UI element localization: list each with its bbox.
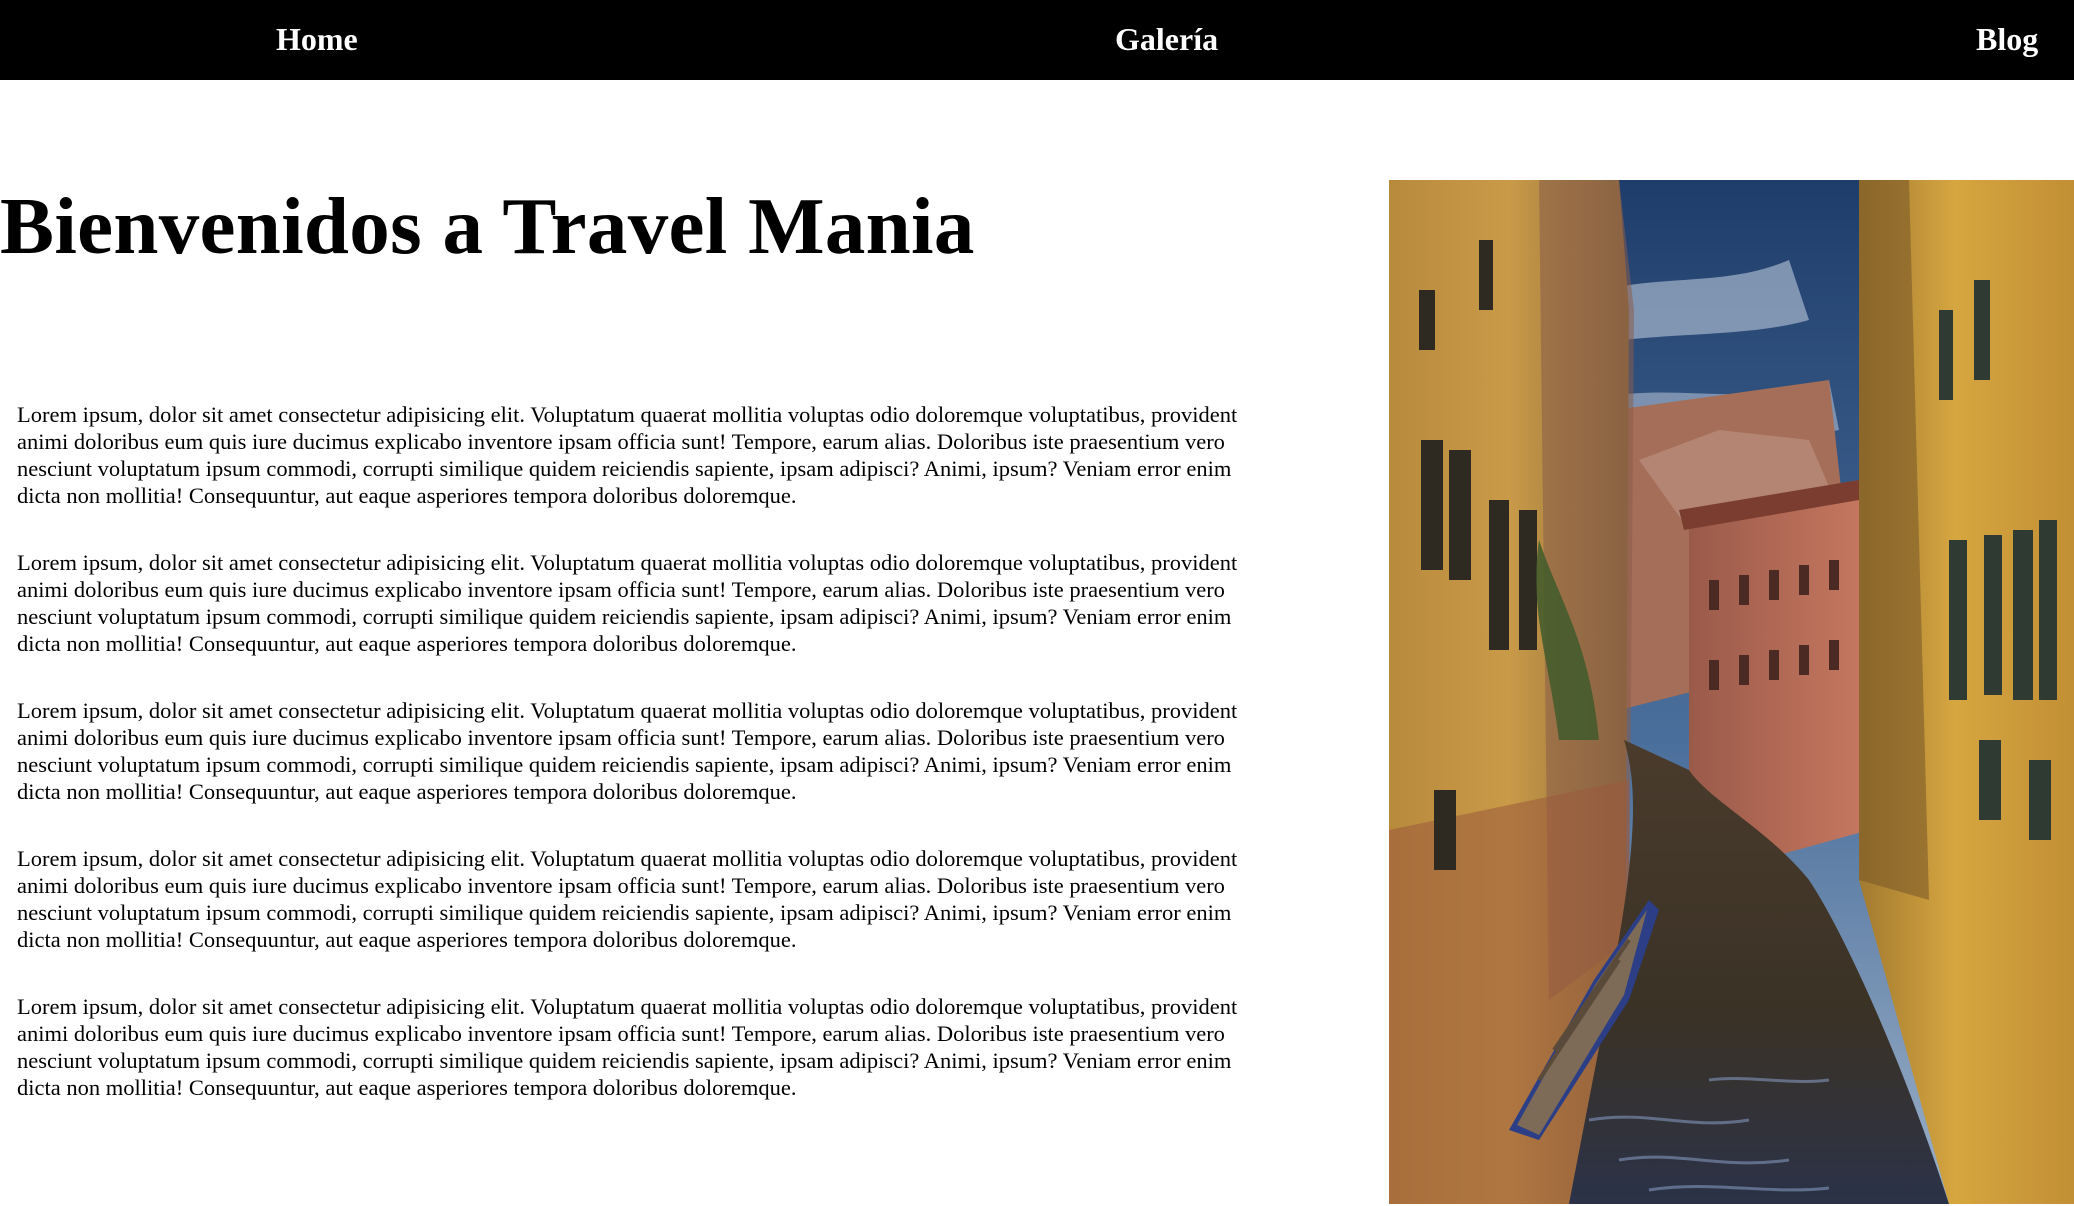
- hero-image-venice-canal: [1389, 180, 2074, 1204]
- content-paragraph: Lorem ipsum, dolor sit amet consectetur …: [17, 550, 1238, 656]
- nav-link-home[interactable]: Home: [276, 0, 358, 80]
- top-navigation-bar: Home Galería Blog: [0, 0, 2074, 80]
- content-paragraph: Lorem ipsum, dolor sit amet consectetur …: [17, 402, 1238, 508]
- content-paragraph: Lorem ipsum, dolor sit amet consectetur …: [17, 994, 1238, 1100]
- nav-link-galeria[interactable]: Galería: [1115, 0, 1218, 80]
- content-paragraph: Lorem ipsum, dolor sit amet consectetur …: [17, 698, 1238, 804]
- page-title: Bienvenidos a Travel Mania: [0, 181, 975, 271]
- content-text-column: Lorem ipsum, dolor sit amet consectetur …: [17, 401, 1247, 1141]
- nav-link-blog[interactable]: Blog: [1976, 0, 2038, 80]
- content-paragraph: Lorem ipsum, dolor sit amet consectetur …: [17, 846, 1238, 952]
